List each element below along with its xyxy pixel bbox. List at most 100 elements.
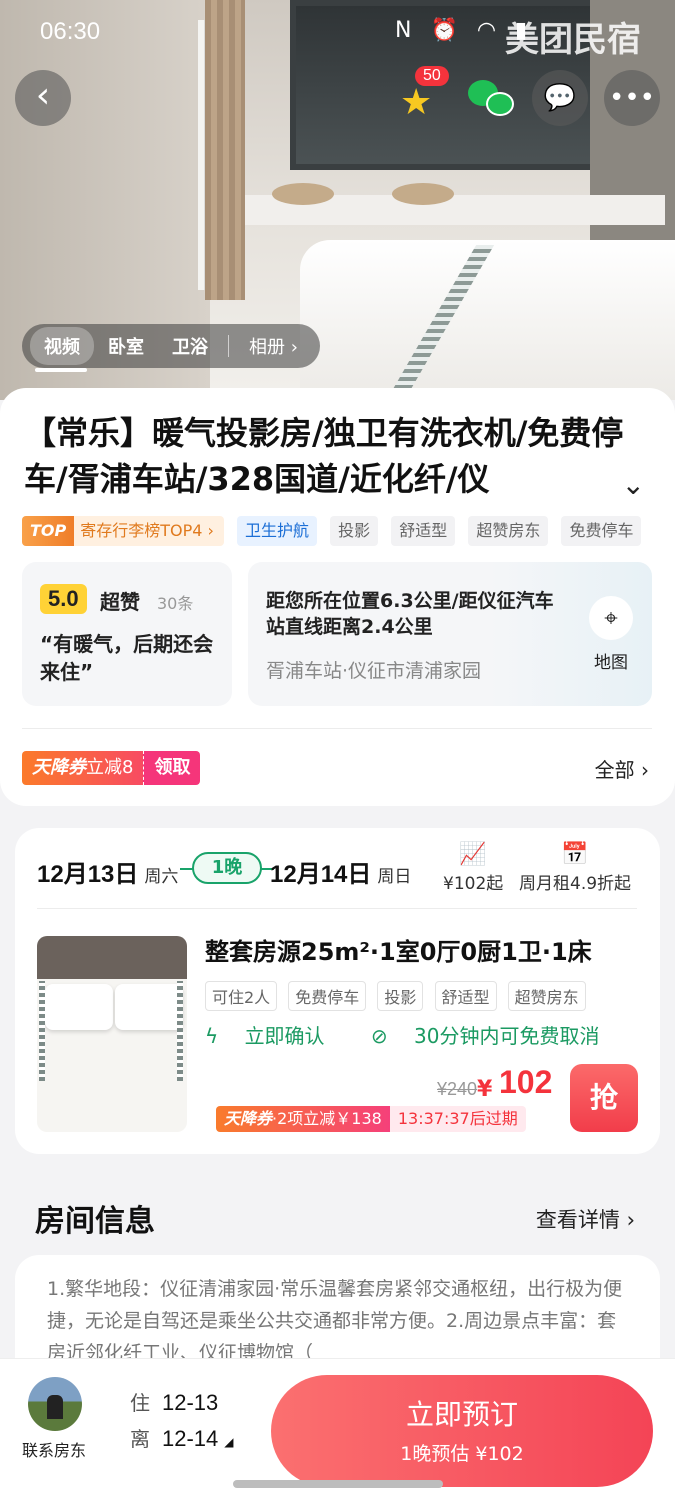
room-tag: 免费停车 [288, 981, 367, 1011]
review-count: 30条 [157, 594, 194, 613]
checkin-value: 12-13 [162, 1390, 219, 1415]
distance-text: 距您所在位置6.3公里/距仪征汽车站直线距离2.4公里 [266, 590, 554, 638]
checkout-date[interactable]: 12月14日 周日 [270, 854, 411, 889]
checkin-date[interactable]: 12月13日 周六 [37, 854, 178, 889]
promo-text: ·2项立减￥138 [272, 1109, 382, 1128]
avatar[interactable] [28, 1377, 82, 1431]
chevron-left-icon: ‹ [35, 75, 51, 116]
room-photo[interactable] [37, 936, 187, 1132]
review-quote: “有暖气，后期还会来住” [40, 632, 214, 684]
rating-box[interactable]: 5.0 超赞 30条 “有暖气，后期还会来住” [22, 562, 232, 706]
feature-tag: 投影 [330, 516, 379, 546]
promo-banner: 天降券·2项立减￥138 13:37:37后过期 [216, 1106, 526, 1132]
room-photo-stripe [177, 981, 183, 1081]
room-tag: 超赞房东 [507, 981, 586, 1011]
promo-brand: 天降券 [224, 1109, 273, 1128]
book-now-label: 立即预订 [405, 1398, 518, 1431]
coupon-banner[interactable]: 天降券立减8 领取 [22, 751, 201, 785]
checkin-date-value: 12月13日 [37, 861, 139, 888]
price-symbol: ¥ [477, 1077, 493, 1102]
star-icon[interactable]: ★ [400, 82, 432, 123]
lightning-icon: ϟ [205, 1024, 225, 1048]
rank-text: 寄存行李榜TOP4 › [80, 521, 214, 540]
listing-tags: TOP 寄存行李榜TOP4 › 卫生护航 投影 舒适型 超赞房东 免费停车 [22, 516, 675, 548]
monthly-rent-button[interactable]: 📅 周月租4.9折起 [519, 842, 631, 894]
location-box[interactable]: 距您所在位置6.3公里/距仪征汽车站直线距离2.4公里 胥浦车站·仪征市清浦家园… [248, 562, 652, 706]
price-trend-text: ¥102起 [443, 874, 504, 894]
location-pin-icon: ⌖ [589, 596, 633, 640]
hero-photo-curtain [205, 0, 245, 300]
dropdown-caret-icon: ◢ [224, 1435, 234, 1449]
room-tag: 可住2人 [205, 981, 278, 1011]
hero-photo-cushion [272, 183, 334, 205]
booking-card: 12月13日 周六 1晚 12月14日 周日 📈 ¥102起 📅 周月租4.9折起 整套… [15, 828, 660, 1154]
more-button[interactable]: ••• [604, 70, 660, 126]
hero-gallery[interactable]: 06:30 N ⏰ ◠ ▮ 美团民宿 ‹ ★ 50 💬 ••• 视频 卧室 卫浴… [0, 0, 675, 400]
room-photo-pillow [115, 984, 183, 1030]
room-title: 整套房源25m²·1室0厅0厨1卫·1床 [205, 938, 592, 966]
checkout-label: 离 [130, 1427, 150, 1451]
back-button[interactable]: ‹ [15, 70, 71, 126]
check-circle-icon: ⊘ [370, 1024, 395, 1048]
checkout-summary[interactable]: 离 12-14 ◢ [130, 1423, 234, 1452]
room-tag: 舒适型 [434, 981, 497, 1011]
original-price: ¥240 [437, 1079, 478, 1099]
status-time: 06:30 [40, 18, 101, 45]
rating-score: 5.0 [40, 584, 87, 614]
grab-button[interactable]: 抢 [570, 1064, 638, 1132]
monthly-rent-text: 周月租4.9折起 [519, 874, 632, 894]
free-cancel: ⊘ 30分钟内可免费取消 [371, 1024, 620, 1048]
tab-bathroom[interactable]: 卫浴 [158, 327, 222, 365]
book-now-estimate: 1晚预估 ¥102 [400, 1443, 524, 1465]
checkout-value: 12-14 [162, 1426, 219, 1451]
hygiene-tag: 卫生护航 [237, 516, 318, 546]
promo-discount: 天降券·2项立减￥138 [216, 1106, 390, 1132]
nights-badge: 1晚 [192, 852, 262, 884]
hero-photo-bed [300, 240, 675, 400]
contact-host-button[interactable]: 联系房东 [22, 1437, 86, 1461]
feature-tag: 免费停车 [561, 516, 642, 546]
book-now-button[interactable]: 立即预订 1晚预估 ¥102 [271, 1375, 653, 1487]
coupon-brand: 天降券 [32, 757, 86, 778]
view-details-link[interactable]: 查看详情 › [536, 1204, 635, 1234]
checkout-date-value: 12月14日 [270, 861, 372, 888]
checkin-label: 住 [130, 1391, 150, 1415]
tab-bedroom[interactable]: 卧室 [94, 327, 158, 365]
price-trend-button[interactable]: 📈 ¥102起 [443, 842, 503, 894]
claim-coupon-button[interactable]: 领取 [143, 751, 201, 785]
rank-tag[interactable]: TOP 寄存行李榜TOP4 › [22, 516, 224, 546]
feature-tag: 舒适型 [391, 516, 456, 546]
hero-photo-cushion [392, 183, 454, 205]
feature-tag: 超赞房东 [468, 516, 549, 546]
divider [22, 728, 652, 729]
listing-card: 【常乐】暖气投影房/独卫有洗衣机/免费停车/胥浦车站/328国道/近化纤/仪 ⌄… [0, 388, 675, 806]
checkout-weekday: 周日 [377, 867, 412, 887]
room-photo-stripe [39, 981, 45, 1081]
room-tags: 可住2人 免费停车 投影 舒适型 超赞房东 [205, 981, 592, 1011]
message-button[interactable]: 💬 [532, 70, 588, 126]
chat-bubble-icon: 💬 [543, 83, 577, 113]
more-dots-icon: ••• [608, 83, 655, 113]
room-info-title: 房间信息 [35, 1204, 155, 1239]
rating-word: 超赞 [100, 590, 140, 614]
all-offers-link[interactable]: 全部 › [595, 754, 649, 783]
watermark: 美团民宿 [505, 20, 641, 60]
checkin-summary[interactable]: 住 12-13 [130, 1387, 218, 1416]
tab-video[interactable]: 视频 [30, 327, 94, 365]
home-indicator[interactable] [233, 1480, 443, 1488]
media-tabs: 视频 卧室 卫浴 相册 › [22, 324, 320, 368]
bottom-bar: 联系房东 住 12-13 离 12-14 ◢ 立即预订 1晚预估 ¥102 [0, 1358, 675, 1500]
album-link[interactable]: 相册 › [235, 327, 312, 365]
checkin-weekday: 周六 [144, 867, 179, 887]
room-info-text: 1.繁华地段：仪征清浦家园·常乐温馨套房紧邻交通枢纽，出行极为便捷，无论是自驾还… [47, 1278, 623, 1364]
room-tag: 投影 [377, 981, 424, 1011]
current-price: 102 [499, 1064, 553, 1100]
area-text: 胥浦车站·仪征市清浦家园 [266, 660, 482, 682]
map-label: 地图 [594, 653, 628, 673]
free-cancel-text: 30分钟内可免费取消 [414, 1024, 600, 1048]
wechat-share-icon[interactable] [468, 80, 514, 118]
top-badge: TOP [22, 516, 75, 546]
instant-confirm: ϟ 立即确认 [205, 1024, 345, 1048]
map-button[interactable]: ⌖ 地图 [582, 596, 640, 673]
chevron-down-icon[interactable]: ⌄ [622, 468, 645, 501]
